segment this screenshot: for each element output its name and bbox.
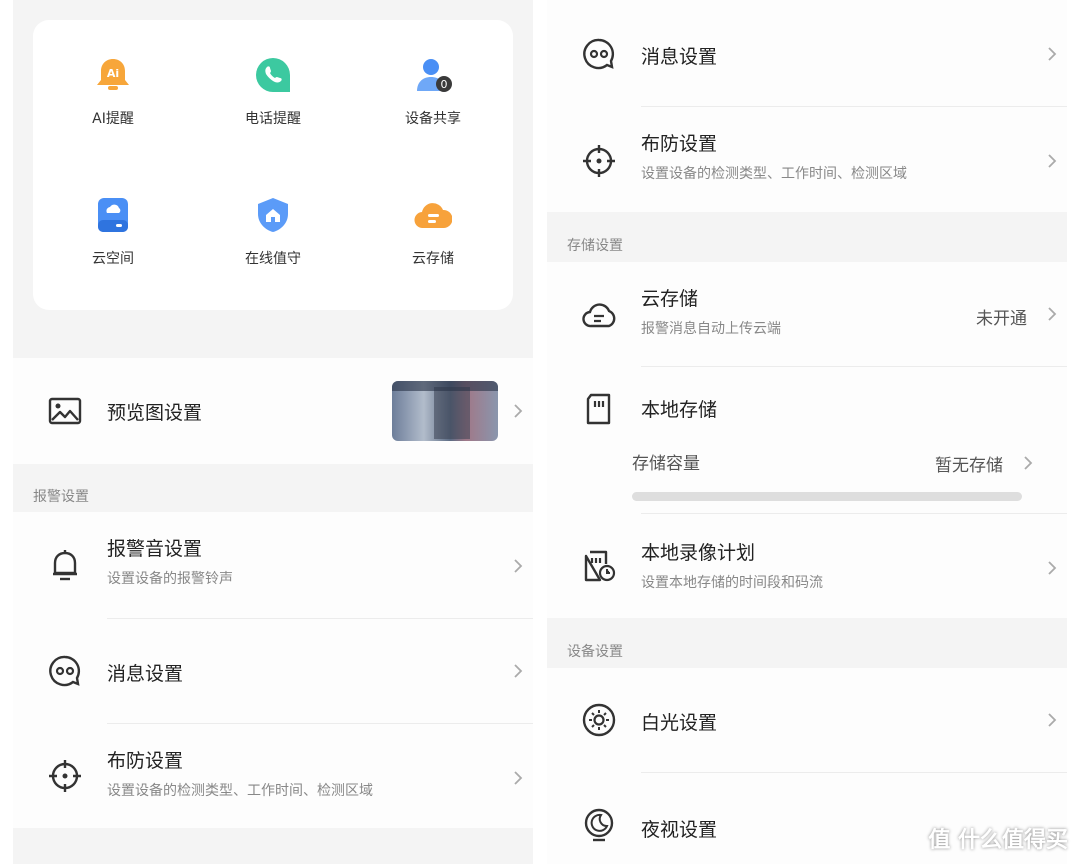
preview-thumbnail	[392, 381, 498, 441]
alarm-section-header: 报警设置	[33, 489, 89, 505]
chevron-right-icon	[1047, 306, 1057, 322]
message-settings-row[interactable]: 消息设置	[13, 619, 533, 723]
message-settings-row[interactable]: 消息设置	[547, 0, 1067, 106]
quick-action-label: 云存储	[412, 251, 454, 267]
crosshair-icon	[47, 758, 83, 794]
alarm-sound-row[interactable]: 报警音设置 设置设备的报警铃声	[13, 512, 533, 618]
storage-settings-group: 云存储 报警消息自动上传云端 未开通 本地存储 存储容量 暂无存储 本地录像计划…	[547, 262, 1067, 618]
alarm-sound-subtitle: 设置设备的报警铃声	[107, 571, 233, 587]
defense-settings-subtitle: 设置设备的检测类型、工作时间、检测区域	[107, 783, 373, 799]
white-light-row[interactable]: 白光设置	[547, 668, 1067, 772]
cloud-storage-status: 未开通	[976, 309, 1027, 329]
quick-action-label: 在线值守	[245, 251, 301, 267]
chevron-right-icon	[513, 770, 523, 786]
quick-action-label: 电话提醒	[245, 111, 301, 127]
moon-icon	[581, 807, 617, 843]
cloud-storage-title: 云存储	[641, 288, 699, 310]
defense-settings-subtitle: 设置设备的检测类型、工作时间、检测区域	[641, 166, 907, 182]
white-light-title: 白光设置	[641, 712, 718, 734]
message-icon	[581, 36, 617, 72]
local-storage-row[interactable]: 本地存储 存储容量 暂无存储	[547, 367, 1067, 513]
quick-action-online-guard[interactable]: 在线值守	[213, 196, 333, 268]
chevron-right-icon	[1023, 455, 1033, 471]
night-vision-title: 夜视设置	[641, 819, 718, 841]
local-record-plan-row[interactable]: 本地录像计划 设置本地存储的时间段和码流	[547, 514, 1067, 618]
sun-icon	[581, 702, 617, 738]
local-record-plan-subtitle: 设置本地存储的时间段和码流	[641, 575, 823, 591]
storage-progress-track	[632, 492, 1022, 501]
share-badge-count: 0	[441, 78, 448, 91]
svg-text:Ai: Ai	[107, 67, 119, 80]
cloud-storage-subtitle: 报警消息自动上传云端	[641, 321, 781, 337]
right-settings-panel: 消息设置 布防设置 设置设备的检测类型、工作时间、检测区域 存储设置 云存储 报…	[547, 0, 1067, 864]
watermark: 值 什么值得买	[928, 828, 1068, 853]
cloud-icon	[581, 296, 617, 332]
chevron-right-icon	[1047, 560, 1057, 576]
alarm-settings-group: 报警音设置 设置设备的报警铃声 消息设置 布防设置 设置设备的检测类型、工作时间…	[13, 512, 533, 828]
sd-clock-icon	[581, 548, 617, 584]
cloud-storage-row[interactable]: 云存储 报警消息自动上传云端 未开通	[547, 262, 1067, 366]
local-record-plan-title: 本地录像计划	[641, 542, 756, 564]
storage-capacity-value: 暂无存储	[935, 456, 1003, 476]
chevron-right-icon	[1047, 46, 1057, 62]
storage-capacity-label: 存储容量	[632, 454, 700, 474]
quick-action-cloud-storage[interactable]: 云存储	[373, 196, 493, 268]
chevron-right-icon	[1047, 153, 1057, 169]
crosshair-icon	[581, 143, 617, 179]
local-storage-title: 本地存储	[641, 399, 718, 421]
defense-settings-title: 布防设置	[107, 750, 184, 772]
quick-action-device-share[interactable]: 0 设备共享	[373, 56, 493, 128]
device-section-header: 设备设置	[567, 644, 623, 660]
chevron-right-icon	[513, 663, 523, 679]
alarm-sound-title: 报警音设置	[107, 538, 203, 560]
quick-action-cloud-space[interactable]: 云空间	[53, 196, 173, 268]
message-settings-title: 消息设置	[107, 663, 184, 685]
defense-settings-row[interactable]: 布防设置 设置设备的检测类型、工作时间、检测区域	[547, 107, 1067, 212]
bell-icon	[47, 548, 83, 584]
quick-action-ai-reminder[interactable]: Ai AI提醒	[53, 56, 173, 128]
storage-section-header: 存储设置	[567, 238, 623, 254]
preview-settings-row[interactable]: 预览图设置	[13, 358, 533, 464]
sd-card-icon	[581, 391, 617, 427]
chevron-right-icon	[1047, 712, 1057, 728]
defense-settings-row[interactable]: 布防设置 设置设备的检测类型、工作时间、检测区域	[13, 724, 533, 828]
quick-action-phone-reminder[interactable]: 电话提醒	[213, 56, 333, 128]
phone-chat-icon	[254, 56, 292, 94]
alarm-settings-group-continued: 消息设置 布防设置 设置设备的检测类型、工作时间、检测区域	[547, 0, 1067, 212]
left-settings-panel: Ai AI提醒 电话提醒 0 设备共享 云空间 在线值守 云存储 预览图设置 报…	[13, 0, 533, 864]
cloud-storage-icon	[414, 196, 453, 234]
chevron-right-icon	[513, 558, 523, 574]
defense-settings-title: 布防设置	[641, 133, 718, 155]
ai-bell-icon: Ai	[94, 56, 132, 94]
cloud-drive-icon	[94, 196, 132, 234]
quick-action-label: 云空间	[92, 251, 134, 267]
quick-actions-card: Ai AI提醒 电话提醒 0 设备共享 云空间 在线值守 云存储	[33, 20, 513, 310]
quick-action-label: AI提醒	[92, 111, 134, 127]
message-icon	[47, 653, 83, 689]
chevron-right-icon	[513, 403, 523, 419]
image-icon	[47, 393, 83, 429]
shield-home-icon	[254, 196, 292, 234]
share-user-icon: 0	[414, 56, 452, 94]
quick-action-label: 设备共享	[405, 111, 461, 127]
message-settings-title: 消息设置	[641, 46, 718, 68]
preview-settings-title: 预览图设置	[107, 402, 203, 424]
